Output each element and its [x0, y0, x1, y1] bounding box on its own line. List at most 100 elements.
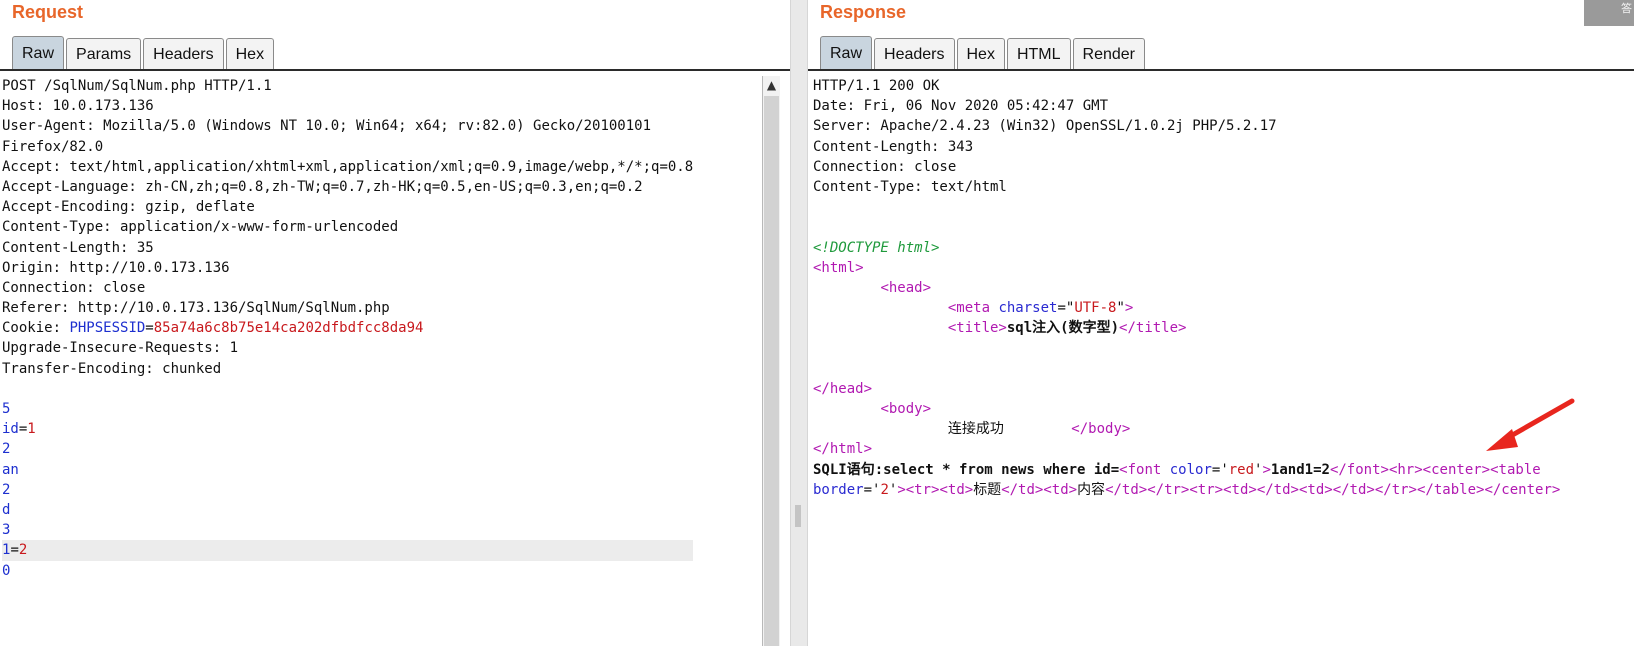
response-line: <body> [813, 399, 1560, 419]
scroll-up-arrow-icon[interactable]: ▲ [763, 76, 780, 94]
response-line-segment: <center> [1422, 461, 1491, 478]
request-line: User-Agent: Mozilla/5.0 (Windows NT 10.0… [2, 116, 693, 136]
response-line-segment: <hr> [1388, 461, 1423, 478]
response-title: Response [820, 2, 907, 22]
response-line-segment: </td> [1332, 481, 1375, 498]
response-line-segment: <td> [939, 481, 974, 498]
response-tabs: Raw Headers Hex HTML Render [820, 36, 1147, 70]
response-line [813, 338, 1560, 358]
response-line-segment: 内容 [1077, 481, 1106, 498]
request-line: Content-Type: application/x-www-form-url… [2, 217, 693, 237]
response-line-segment: > [1124, 300, 1134, 317]
request-line: 2 [2, 480, 693, 500]
response-line: border='2'><tr><td>标题</td><td>内容</td></t… [813, 480, 1560, 500]
request-panel: Request Raw Params Headers Hex POST /SqlNum… [0, 0, 790, 646]
request-tab-headers[interactable]: Headers [143, 38, 224, 70]
request-line-segment: Accept-Encoding: gzip, deflate [2, 199, 255, 216]
request-tab-raw[interactable]: Raw [12, 36, 65, 70]
request-line: Firefox/82.0 [2, 137, 693, 157]
response-tab-hex[interactable]: Hex [956, 38, 1005, 70]
request-line: 2 [2, 439, 693, 459]
request-tab-hex[interactable]: Hex [225, 38, 275, 70]
response-line-segment: 1and1=2 [1270, 461, 1330, 478]
request-line: Referer: http://10.0.173.136/SqlNum/SqlN… [2, 298, 693, 318]
response-line-segment: </center> [1484, 481, 1561, 498]
request-line-segment: POST /SqlNum/SqlNum.php HTTP/1.1 [2, 78, 272, 94]
response-viewer[interactable]: HTTP/1.1 200 OK Date: Fri, 06 Nov 2020 05… [813, 76, 1560, 500]
response-line-segment: <meta [947, 300, 999, 317]
response-line-segment: <!DOCTYPE html> [813, 239, 940, 256]
response-line: HTTP/1.1 200 OK [813, 76, 1560, 96]
response-line-segment [813, 401, 880, 417]
request-tab-params[interactable]: Params [66, 38, 142, 70]
request-line-segment: PHPSESSID [69, 320, 146, 337]
request-line-segment: Firefox/82.0 [2, 138, 104, 155]
response-line-segment: HTTP/1.1 200 OK [813, 78, 940, 94]
request-line-segment: Content-Length: 35 [2, 239, 154, 256]
request-line-segment: 2 [2, 481, 11, 498]
response-line-segment: Connection: close [813, 158, 957, 175]
response-line-segment: > [897, 481, 906, 498]
response-line [813, 217, 1560, 237]
response-line-segment: sql注入(数字型) [1006, 320, 1120, 337]
request-line: Host: 10.0.173.136 [2, 96, 693, 116]
request-line: d [2, 500, 693, 520]
response-tab-headers[interactable]: Headers [874, 38, 955, 70]
response-line-segment: =' [1211, 461, 1229, 478]
response-line: <meta charset="UTF-8"> [813, 298, 1560, 318]
corner-widget: 答 [1584, 0, 1634, 26]
response-line-segment: Date: Fri, 06 Nov 2020 05:42:47 GMT [813, 98, 1109, 115]
response-line-segment: =' [863, 481, 881, 498]
response-line: Content-Type: text/html [813, 177, 1560, 197]
response-tab-render[interactable]: Render [1072, 38, 1145, 70]
response-line-segment: </table> [1417, 481, 1485, 498]
scrollbar-thumb[interactable] [764, 96, 779, 646]
request-line: Content-Length: 35 [2, 238, 693, 258]
request-scrollbar[interactable]: ▲ [762, 76, 780, 646]
response-line: </html> [813, 439, 1560, 459]
response-line-segment: <table [1490, 461, 1541, 478]
request-line-segment: d [2, 501, 11, 518]
request-line-segment: Cookie: [2, 320, 70, 337]
response-line-segment: <td> [1298, 481, 1333, 498]
divider-grip-icon[interactable] [795, 505, 801, 527]
response-line-segment: <head> [880, 279, 932, 296]
request-line: 1=2 [2, 540, 694, 561]
request-line: Origin: http://10.0.173.136 [2, 258, 693, 278]
request-line-segment: Upgrade-Insecure-Requests: 1 [2, 340, 239, 357]
response-line: <head> [813, 278, 1560, 298]
request-line-segment: 3 [2, 522, 11, 539]
response-line: SQLI语句:select * from news where id=<font… [813, 460, 1560, 480]
request-line-segment: Host: 10.0.173.136 [2, 98, 154, 115]
request-line-segment: Origin: http://10.0.173.136 [2, 259, 230, 276]
response-line-segment: </tr> [1374, 481, 1417, 498]
response-line-segment: </tr> [1147, 481, 1190, 498]
request-line: an [2, 460, 693, 480]
response-line-segment: </html> [813, 441, 873, 458]
response-line: 连接成功 </body> [813, 419, 1560, 439]
request-line: 0 [2, 561, 693, 581]
request-line: 3 [2, 520, 693, 540]
response-line: <html> [813, 258, 1560, 278]
response-line-segment: <title> [947, 320, 1007, 337]
request-line-segment: User-Agent: Mozilla/5.0 (Windows NT 10.0… [2, 118, 652, 135]
response-tab-raw[interactable]: Raw [820, 36, 873, 70]
response-line-segment: UTF-8 [1074, 300, 1117, 317]
request-line-segment: = [145, 320, 154, 337]
request-line-segment: = [10, 542, 19, 559]
request-title: Request [12, 2, 84, 22]
request-editor[interactable]: POST /SqlNum/SqlNum.php HTTP/1.1 Host: 10… [2, 76, 694, 581]
response-line: <!DOCTYPE html> [813, 238, 1560, 258]
response-line-segment: =" [1057, 300, 1075, 317]
response-line: Date: Fri, 06 Nov 2020 05:42:47 GMT [813, 96, 1560, 116]
split-pane-divider[interactable] [790, 0, 808, 646]
response-line-segment: " [1116, 300, 1125, 317]
response-line-segment: </body> [1071, 421, 1131, 438]
request-line: Upgrade-Insecure-Requests: 1 [2, 338, 693, 358]
response-line-segment: </td> [1256, 481, 1299, 498]
response-line-segment: red [1228, 461, 1255, 478]
response-tab-html[interactable]: HTML [1006, 38, 1071, 70]
response-line-segment: <font [1119, 461, 1170, 478]
request-line: id=1 [2, 419, 693, 439]
response-line-segment: Server: Apache/2.4.23 (Win32) OpenSSL/1.… [813, 118, 1277, 135]
